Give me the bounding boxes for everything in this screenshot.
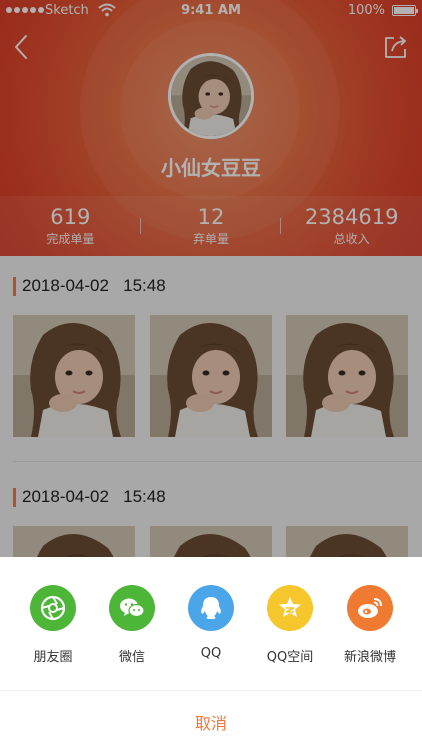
qq-icon (188, 585, 234, 631)
share-option-label: QQ (200, 646, 222, 661)
screen: Sketch 9:41 AM 100% 小仙女豆豆 619 完成单量 12 弃单… (0, 0, 422, 750)
share-option-moments[interactable]: 朋友圈 (13, 585, 93, 665)
share-option-qzone[interactable]: QQ空间 (250, 585, 330, 665)
sheet-divider (0, 690, 422, 691)
moments-icon (30, 585, 76, 631)
cancel-button[interactable]: 取消 (0, 710, 422, 734)
share-option-label: 朋友圈 (33, 650, 73, 665)
weibo-icon (347, 585, 393, 631)
share-sheet: 朋友圈 微信 QQ QQ空间 新浪微博 取消 (0, 557, 422, 750)
share-option-qq[interactable]: QQ (171, 585, 251, 661)
share-option-wechat[interactable]: 微信 (92, 585, 172, 665)
wechat-icon (109, 585, 155, 631)
share-option-label: 新浪微博 (343, 650, 396, 665)
share-option-label: QQ空间 (266, 650, 314, 665)
qzone-icon (267, 585, 313, 631)
share-option-weibo[interactable]: 新浪微博 (330, 585, 410, 665)
share-option-label: 微信 (118, 650, 145, 665)
